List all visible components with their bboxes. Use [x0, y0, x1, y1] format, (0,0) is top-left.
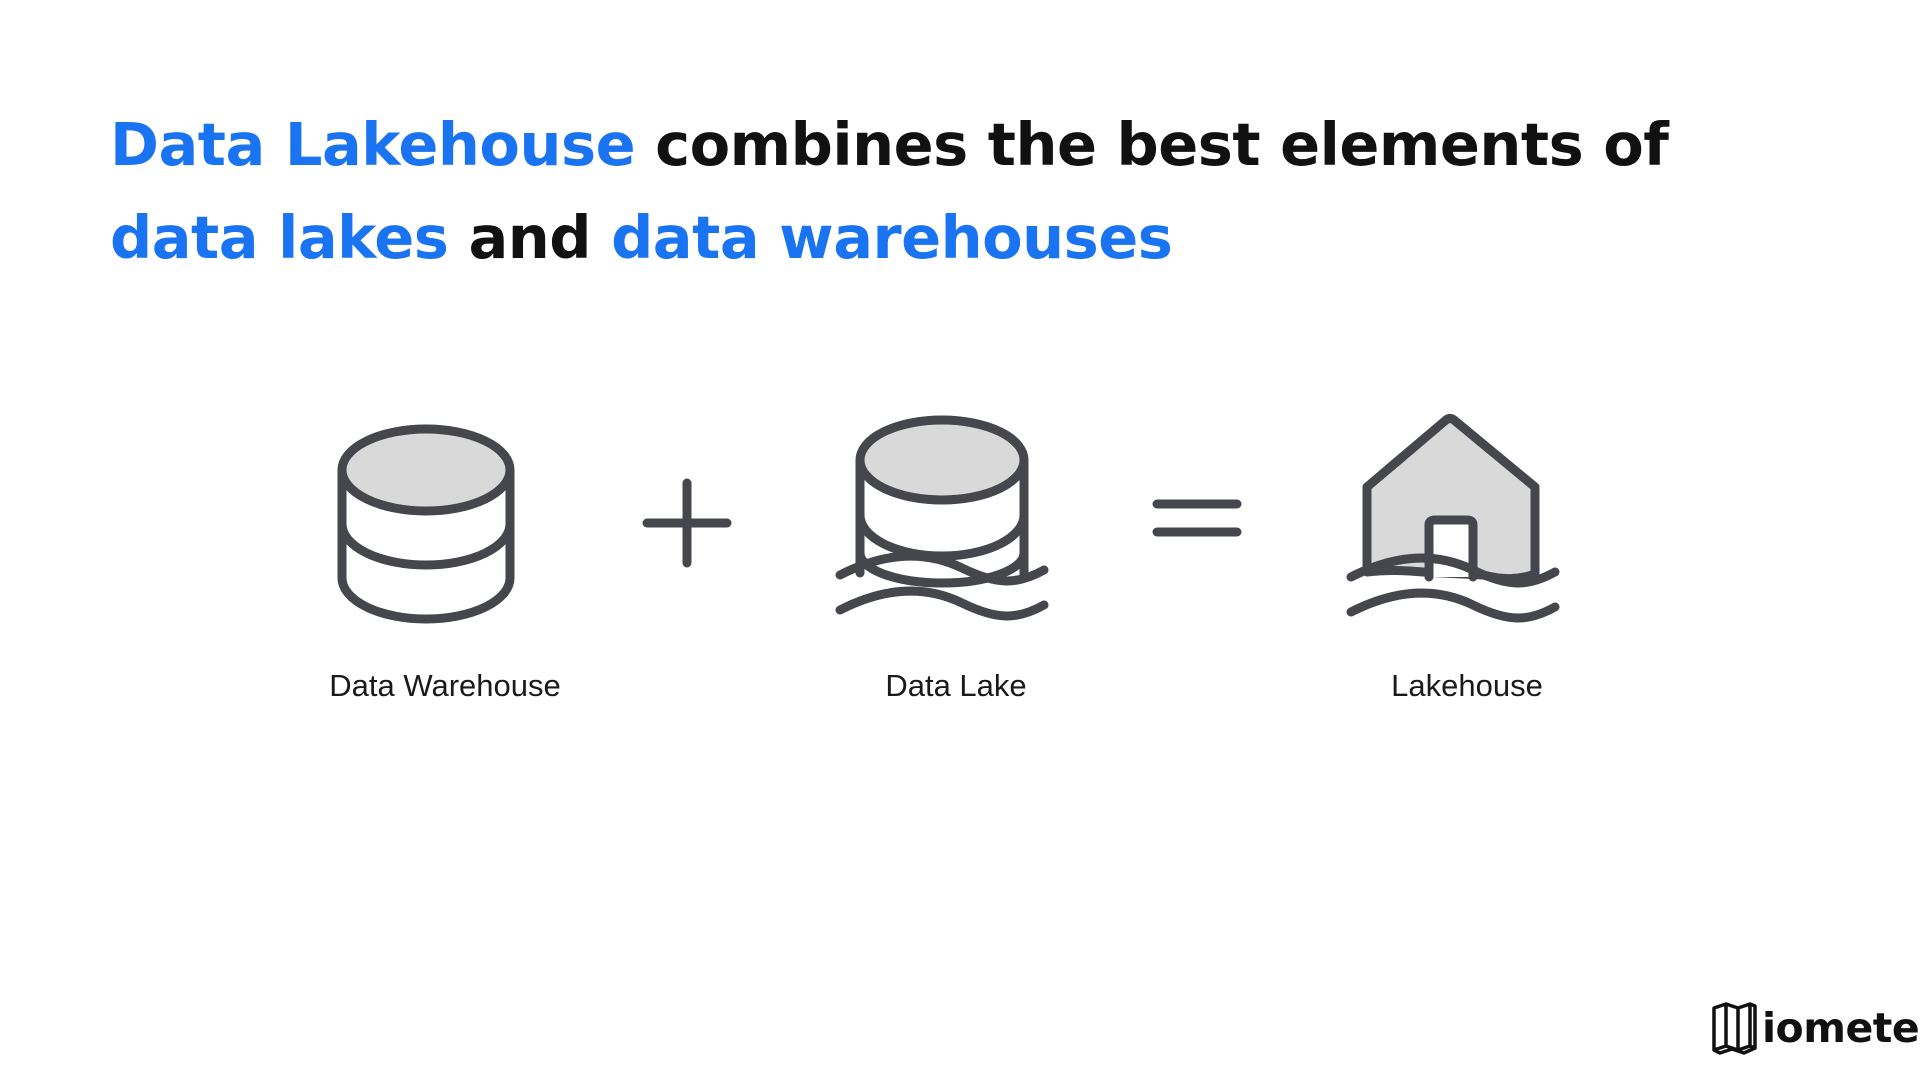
headline-highlight-data-lakehouse: Data Lakehouse	[110, 110, 636, 179]
logo-text: iomete	[1762, 1004, 1920, 1052]
headline-highlight-data-warehouses: data warehouses	[611, 203, 1173, 272]
caption-lakehouse: Lakehouse	[1391, 668, 1543, 703]
database-icon	[333, 424, 519, 624]
logo-mark-icon	[1708, 1000, 1758, 1056]
database-on-water-icon	[832, 413, 1052, 628]
caption-data-warehouse: Data Warehouse	[329, 668, 561, 703]
headline-text: combines the best elements of	[635, 110, 1669, 179]
headline: Data Lakehouse combines the best element…	[110, 98, 1810, 284]
plus-icon	[642, 478, 732, 573]
headline-text-and: and	[448, 203, 612, 272]
equals-icon	[1152, 492, 1242, 557]
iomete-logo: iomete	[1708, 998, 1920, 1058]
headline-highlight-data-lakes: data lakes	[110, 203, 449, 272]
caption-data-lake: Data Lake	[885, 668, 1027, 703]
slide: Data Lakehouse combines the best element…	[0, 0, 1920, 1080]
house-on-water-icon	[1343, 412, 1563, 627]
